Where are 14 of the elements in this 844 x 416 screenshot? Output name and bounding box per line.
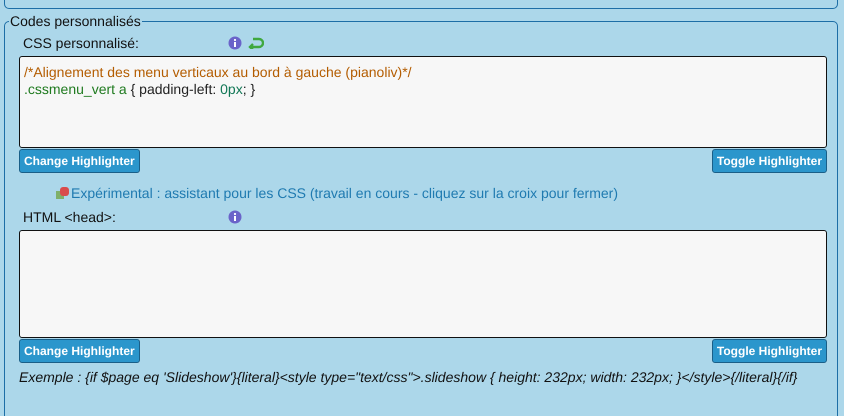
code-editor[interactable] [19,230,827,338]
example-text: Exemple : {if $page eq 'Slideshow'}{literal}<style type="text/css">.slideshow { height: 232px; width: 232px; }</style>{/literal}{/if} [19,369,798,385]
highlighter-button[interactable]: Change Highlighter [19,149,140,173]
code-editor[interactable]: /*Alignement des menu verticaux au bord à gauche (pianoliv)*/ .cssmenu_vert a { padding-left: 0px; } [19,56,827,148]
field-label: CSS personnalisé: [23,35,140,51]
cubes-icon [55,186,71,200]
highlighter-button[interactable]: Change Highlighter [19,339,140,363]
highlighter-button[interactable]: Toggle Highlighter [712,149,827,173]
assistant-link[interactable]: Expérimental : assistant pour les CSS (travail en cours - cliquez sur la croix pour fermer) [71,185,618,201]
info-icon[interactable] [228,36,242,50]
field-label: HTML <head>: [23,209,117,225]
section-title: Codes personnalisés [9,13,142,29]
info-icon[interactable] [228,210,242,224]
highlighter-button[interactable]: Toggle Highlighter [712,339,827,363]
